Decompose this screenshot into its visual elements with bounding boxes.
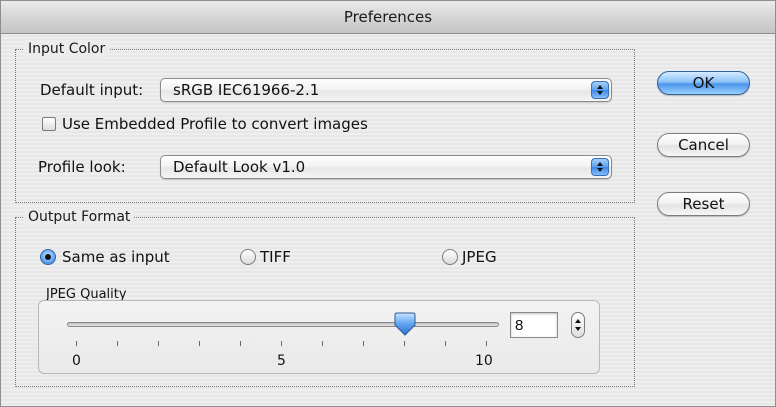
cancel-button[interactable]: Cancel	[657, 133, 750, 157]
input-color-legend: Input Color	[24, 40, 110, 58]
default-input-label: Default input:	[40, 81, 144, 99]
title-bar[interactable]: Preferences	[1, 1, 775, 34]
slider-tick	[445, 341, 446, 346]
slider-tick	[486, 341, 487, 346]
use-embedded-profile-checkbox[interactable]	[42, 117, 56, 131]
radio-same-as-input-label[interactable]: Same as input	[62, 247, 170, 267]
slider-tick	[240, 341, 241, 346]
radio-tiff-label[interactable]: TIFF	[260, 247, 291, 267]
slider-tick	[322, 341, 323, 346]
jpeg-quality-track[interactable]	[67, 322, 499, 327]
slider-tick	[76, 341, 77, 346]
use-embedded-profile-label[interactable]: Use Embedded Profile to convert images	[62, 114, 368, 134]
slider-tick	[281, 341, 282, 346]
jpeg-quality-field[interactable]	[510, 312, 558, 338]
jpeg-quality-panel: 0 5 10	[38, 300, 600, 374]
tick-label-min: 0	[72, 353, 81, 369]
ok-button[interactable]: OK	[657, 71, 750, 95]
preferences-window: Preferences Input Color Default input: s…	[0, 0, 776, 407]
profile-look-label: Profile look:	[38, 158, 126, 176]
slider-tick	[117, 341, 118, 346]
radio-same-as-input[interactable]	[40, 249, 56, 265]
radio-jpeg-label[interactable]: JPEG	[462, 247, 497, 267]
jpeg-quality-thumb[interactable]	[394, 311, 416, 337]
slider-tick	[158, 341, 159, 346]
popup-arrows-icon	[591, 81, 609, 99]
tick-label-max: 10	[475, 353, 493, 369]
reset-button[interactable]: Reset	[657, 192, 750, 216]
slider-tick	[199, 341, 200, 346]
radio-selected-dot	[45, 254, 51, 260]
jpeg-quality-stepper[interactable]	[571, 312, 585, 338]
radio-jpeg[interactable]	[442, 249, 458, 265]
output-format-group: Output Format Same as input TIFF JPEG JP…	[15, 208, 635, 387]
output-format-legend: Output Format	[24, 208, 135, 226]
radio-tiff[interactable]	[240, 249, 256, 265]
default-input-popup[interactable]: sRGB IEC61966-2.1	[160, 78, 612, 102]
window-title: Preferences	[343, 8, 433, 26]
popup-arrows-icon	[591, 158, 609, 176]
input-color-group: Input Color Default input: sRGB IEC61966…	[15, 40, 635, 203]
tick-label-mid: 5	[277, 353, 286, 369]
profile-look-value: Default Look v1.0	[173, 158, 306, 176]
default-input-value: sRGB IEC61966-2.1	[173, 81, 320, 99]
slider-tick	[404, 341, 405, 346]
profile-look-popup[interactable]: Default Look v1.0	[160, 155, 612, 179]
slider-tick	[363, 341, 364, 346]
